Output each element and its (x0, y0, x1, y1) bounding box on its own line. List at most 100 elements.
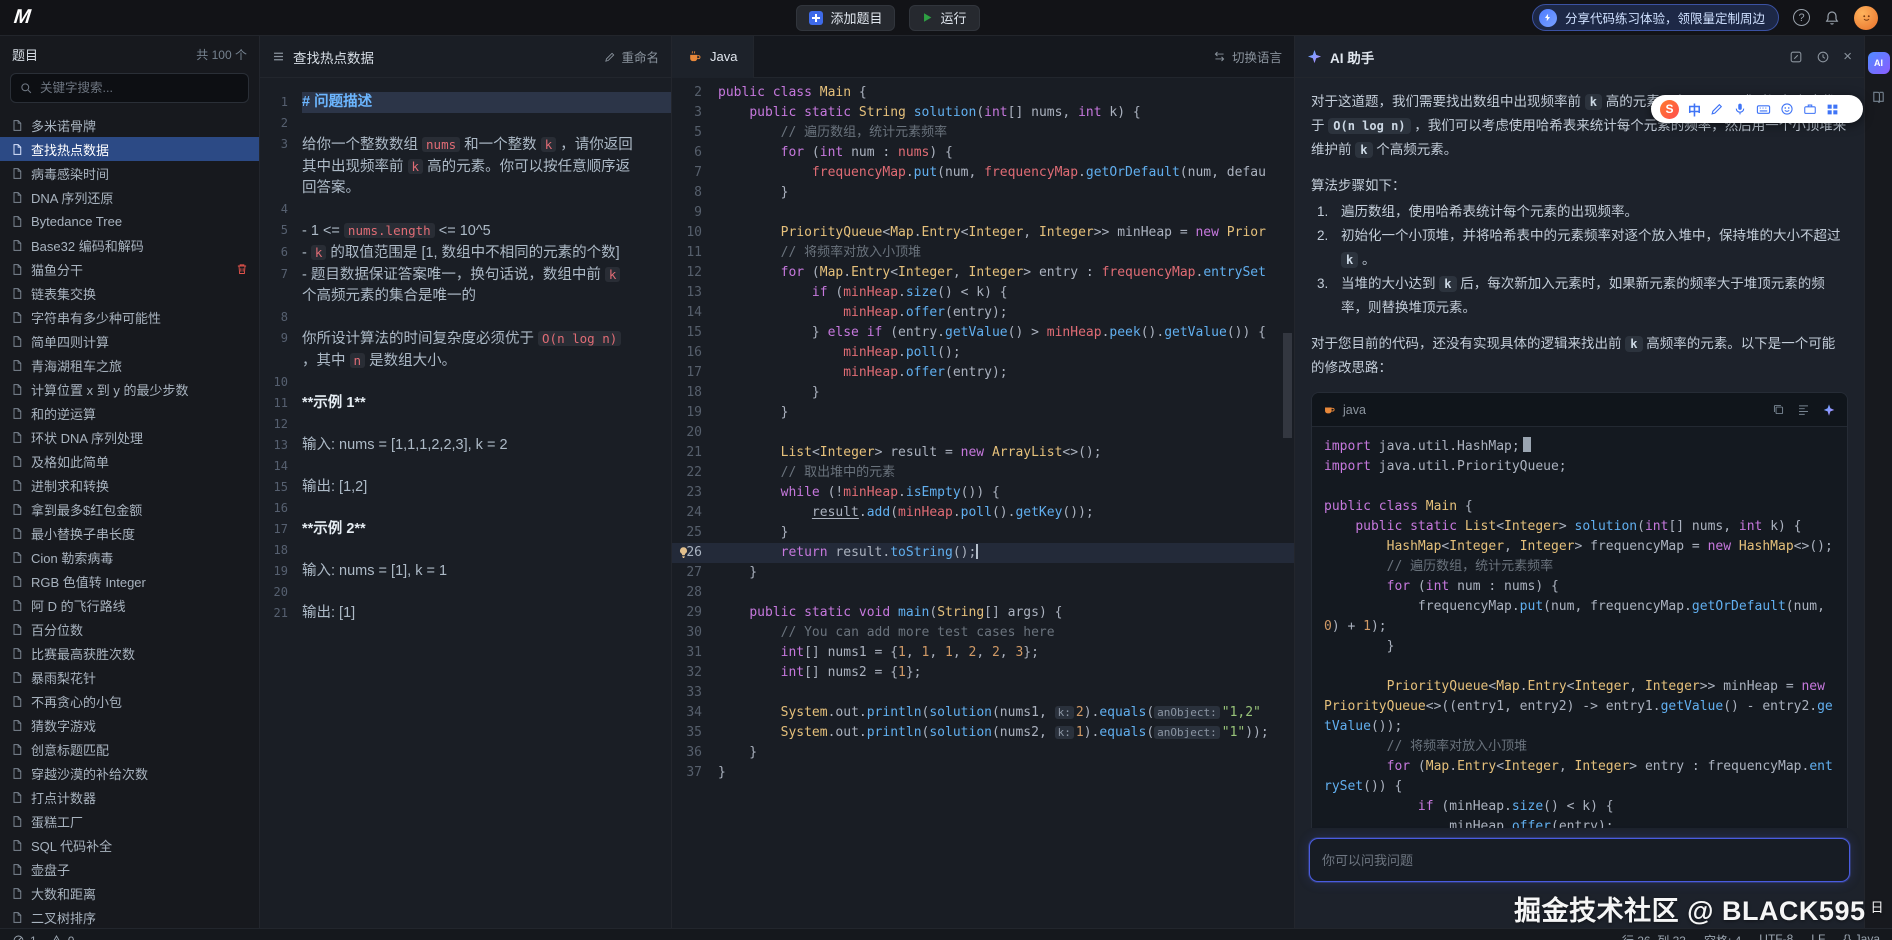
editor-line[interactable]: 25 } (672, 523, 1294, 543)
sidebar-item[interactable]: 暴雨梨花针 (0, 665, 259, 689)
editor-line[interactable]: 32 int[] nums2 = {1}; (672, 663, 1294, 683)
problem-line[interactable]: 10 (260, 372, 671, 393)
sidebar-item[interactable]: 比赛最高获胜次数 (0, 641, 259, 665)
editor-line[interactable]: 30 // You can add more test cases here (672, 623, 1294, 643)
sidebar-item[interactable]: 大数和距离 (0, 881, 259, 905)
sidebar-item[interactable]: 字符串有多少种可能性 (0, 305, 259, 329)
statusbar-item[interactable]: 空格: 4 (1704, 932, 1741, 940)
problem-line[interactable]: 21输出: [1] (260, 603, 671, 624)
sidebar-item[interactable]: 蛋糕工厂 (0, 809, 259, 833)
sidebar-item[interactable]: 和的逆运算 (0, 401, 259, 425)
help-icon[interactable]: ? (1793, 9, 1810, 26)
editor-line[interactable]: 35 System.out.println(solution(nums2, k:… (672, 723, 1294, 743)
problem-line[interactable]: 1# 问题描述 (260, 92, 671, 113)
sidebar-item[interactable]: 猜数字游戏 (0, 713, 259, 737)
editor-line[interactable]: 10 PriorityQueue<Map.Entry<Integer, Inte… (672, 223, 1294, 243)
problem-line[interactable]: 16 (260, 498, 671, 519)
new-chat-icon[interactable] (1789, 50, 1803, 64)
notes-icon[interactable] (1871, 90, 1886, 105)
statusbar-item[interactable]: LF (1811, 932, 1825, 940)
problem-line[interactable]: 18 (260, 540, 671, 561)
copy-icon[interactable] (1772, 403, 1785, 416)
editor-line[interactable]: 21 List<Integer> result = new ArrayList<… (672, 443, 1294, 463)
problem-line[interactable]: 8 (260, 307, 671, 328)
editor-line[interactable]: 6 for (int num : nums) { (672, 143, 1294, 163)
sidebar-item[interactable]: 打点计数器 (0, 785, 259, 809)
ai-assistant-icon[interactable]: AI (1868, 52, 1890, 74)
editor-scrollbar[interactable] (1283, 333, 1292, 438)
trash-icon[interactable] (236, 263, 248, 275)
editor-line[interactable]: 24 result.add(minHeap.poll().getKey()); (672, 503, 1294, 523)
editor-line[interactable]: 5 // 遍历数组，统计元素频率 (672, 123, 1294, 143)
editor-line[interactable]: 12 for (Map.Entry<Integer, Integer> entr… (672, 263, 1294, 283)
sidebar-item[interactable]: 不再贪心的小包 (0, 689, 259, 713)
editor-line[interactable]: 37} (672, 763, 1294, 783)
sidebar-item[interactable]: DNA 序列还原 (0, 185, 259, 209)
editor-line[interactable]: 16 minHeap.poll(); (672, 343, 1294, 363)
editor-line[interactable]: 14 minHeap.offer(entry); (672, 303, 1294, 323)
editor-line[interactable]: 17 minHeap.offer(entry); (672, 363, 1294, 383)
ime-logo-icon[interactable]: S (1660, 100, 1679, 119)
editor-line[interactable]: 13 if (minHeap.size() < k) { (672, 283, 1294, 303)
switch-language-button[interactable]: 切换语言 (1213, 47, 1282, 66)
rename-button[interactable]: 重命名 (604, 47, 659, 66)
search-input[interactable] (40, 81, 239, 95)
sidebar-item[interactable]: SQL 代码补全 (0, 833, 259, 857)
editor-line[interactable]: 3 public static String solution(int[] nu… (672, 103, 1294, 123)
history-icon[interactable] (1816, 50, 1830, 64)
sidebar-item[interactable]: 青海湖租车之旅 (0, 353, 259, 377)
editor-line[interactable]: 34 System.out.println(solution(nums1, k:… (672, 703, 1294, 723)
editor-line[interactable]: 23 while (!minHeap.isEmpty()) { (672, 483, 1294, 503)
editor-line[interactable]: 8 } (672, 183, 1294, 203)
editor-line[interactable]: 33 (672, 683, 1294, 703)
sidebar-item[interactable]: 病毒感染时间 (0, 161, 259, 185)
keyboard-icon[interactable] (1756, 102, 1771, 117)
sidebar-item[interactable]: 最小替换子串长度 (0, 521, 259, 545)
bell-icon[interactable] (1824, 10, 1840, 26)
sidebar-item[interactable]: 猫鱼分干 (0, 257, 259, 281)
sidebar-item[interactable]: 简单四则计算 (0, 329, 259, 353)
sidebar-item[interactable]: 链表集交换 (0, 281, 259, 305)
handwriting-icon[interactable] (1710, 102, 1724, 116)
problem-line[interactable]: 12 (260, 414, 671, 435)
editor-line[interactable]: 31 int[] nums1 = {1, 1, 1, 2, 2, 3}; (672, 643, 1294, 663)
editor-line[interactable]: 28 (672, 583, 1294, 603)
mic-icon[interactable] (1733, 102, 1747, 116)
sidebar-item[interactable]: Bytedance Tree (0, 209, 259, 233)
problem-line[interactable]: 5- 1 <= nums.length <= 10^5 (260, 220, 671, 242)
grid-icon[interactable] (1826, 103, 1839, 116)
editor-line[interactable]: 15 } else if (entry.getValue() > minHeap… (672, 323, 1294, 343)
sidebar-item[interactable]: 拿到最多$红包金额 (0, 497, 259, 521)
editor-line[interactable]: 9 (672, 203, 1294, 223)
sidebar-item[interactable]: 计算位置 x 到 y 的最少步数 (0, 377, 259, 401)
ime-language-toggle[interactable]: 中 (1688, 100, 1701, 119)
insert-code-icon[interactable] (1797, 403, 1810, 416)
problem-line[interactable]: 17**示例 2** (260, 519, 671, 540)
sidebar-item[interactable]: 创意标题匹配 (0, 737, 259, 761)
editor-line[interactable]: 20 (672, 423, 1294, 443)
sidebar-item[interactable]: 及格如此简单 (0, 449, 259, 473)
editor-line[interactable]: 36 } (672, 743, 1294, 763)
problem-line[interactable]: 13输入: nums = [1,1,1,2,2,3], k = 2 (260, 435, 671, 456)
toolbox-icon[interactable] (1803, 102, 1817, 116)
editor-body[interactable]: 2public class Main {3 public static Stri… (672, 78, 1294, 928)
editor-line[interactable]: 11 // 将频率对放入小顶堆 (672, 243, 1294, 263)
editor-line[interactable]: 27 } (672, 563, 1294, 583)
lightbulb-icon[interactable] (677, 546, 690, 559)
ai-chat-input[interactable] (1322, 853, 1837, 868)
editor-line[interactable]: 19 } (672, 403, 1294, 423)
editor-line[interactable]: 18 } (672, 383, 1294, 403)
problem-line[interactable]: 11**示例 1** (260, 393, 671, 414)
sidebar-item[interactable]: RGB 色值转 Integer (0, 569, 259, 593)
sidebar-item[interactable]: 阿 D 的飞行路线 (0, 593, 259, 617)
problem-line[interactable]: 15输出: [1,2] (260, 477, 671, 498)
editor-line[interactable]: 2public class Main { (672, 83, 1294, 103)
run-button[interactable]: 运行 (909, 5, 979, 31)
editor-line[interactable]: 22 // 取出堆中的元素 (672, 463, 1294, 483)
sidebar-item[interactable]: Cion 勒索病毒 (0, 545, 259, 569)
sidebar-item[interactable]: 进制求和转换 (0, 473, 259, 497)
editor-line[interactable]: 29 public static void main(String[] args… (672, 603, 1294, 623)
sidebar-item[interactable]: 二叉树排序 (0, 905, 259, 928)
ai-chat-inputbox[interactable] (1309, 838, 1850, 882)
problems-indicator[interactable]: 1 0 (12, 934, 74, 940)
